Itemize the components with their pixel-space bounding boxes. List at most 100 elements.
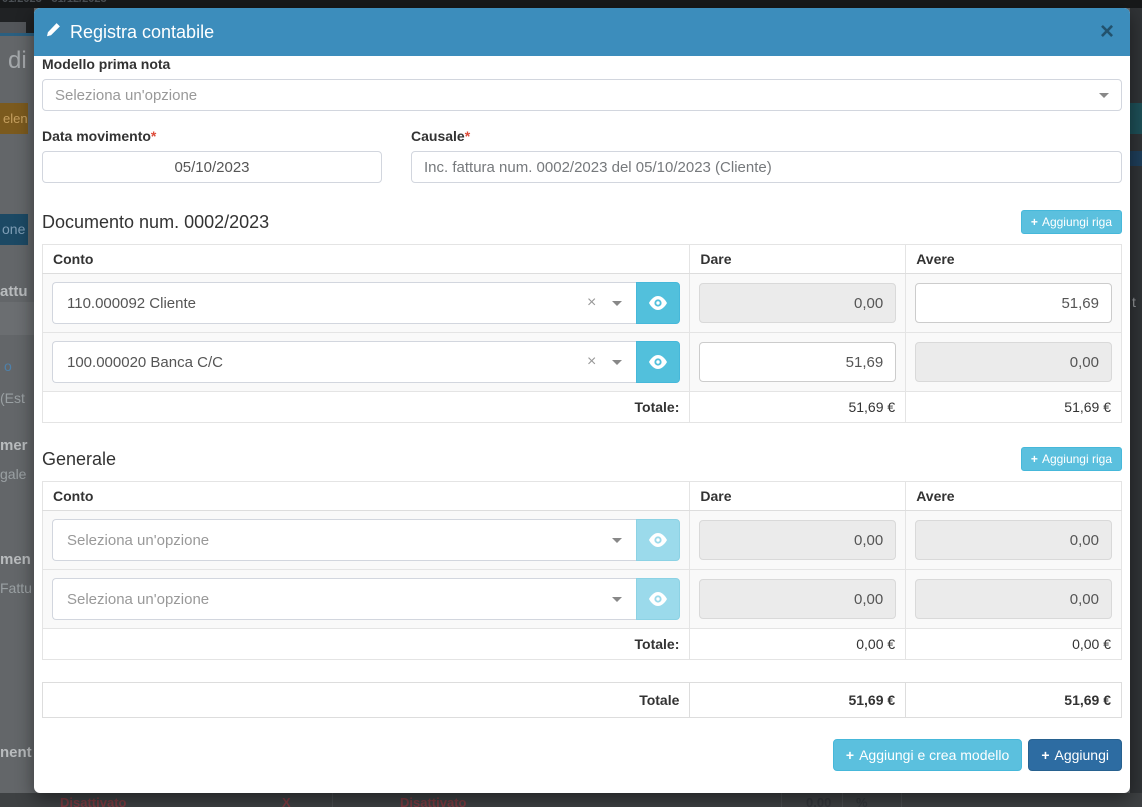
plus-icon: + (846, 747, 854, 763)
chevron-down-icon (612, 360, 622, 365)
table-row: 110.000092 Cliente × (43, 274, 1122, 333)
column-header-dare: Dare (690, 245, 906, 274)
generale-add-row-button[interactable]: + Aggiungi riga (1021, 447, 1122, 471)
background-date-range: 01/2023 - 31/12/2023 (2, 0, 107, 5)
dare-input (699, 579, 896, 619)
total-label: Totale: (43, 629, 690, 660)
data-movimento-field-group: Data movimento* (42, 128, 382, 183)
grand-total-table: Totale 51,69 € 51,69 € (42, 682, 1122, 718)
background-text-fragment: gale (0, 466, 26, 482)
grand-total-avere: 51,69 € (906, 683, 1122, 718)
total-avere: 51,69 € (906, 392, 1122, 423)
background-text-fragment: Fattu (0, 580, 32, 596)
conto-select[interactable]: Seleziona un'opzione (52, 519, 636, 561)
chevron-down-icon (1099, 93, 1109, 98)
background-tab-underline (0, 33, 34, 36)
table-row: Seleziona un'opzione (43, 511, 1122, 570)
conto-select[interactable]: 110.000092 Cliente × (52, 282, 636, 324)
registra-contabile-modal: Registra contabile × Modello prima nota … (34, 8, 1130, 793)
avere-input (915, 342, 1112, 382)
causale-field-group: Causale* (411, 128, 1122, 183)
documento-section-header: Documento num. 0002/2023 + Aggiungi riga (42, 210, 1122, 234)
eye-icon[interactable] (636, 282, 680, 324)
background-text-fragment: nent (0, 744, 32, 761)
total-avere: 0,00 € (906, 629, 1122, 660)
data-movimento-input[interactable] (42, 151, 382, 183)
grand-total-label: Totale (43, 683, 690, 718)
date-causale-row: Data movimento* Causale* (42, 128, 1122, 183)
grand-total-row: Totale 51,69 € 51,69 € (43, 683, 1122, 718)
background-text-fragment: di (8, 47, 27, 75)
modello-prima-nota-select[interactable]: Seleziona un'opzione (42, 79, 1122, 111)
clear-icon[interactable]: × (587, 353, 612, 371)
background-topbar: 01/2023 - 31/12/2023 (0, 0, 1142, 8)
background-status-badge: Disattivato (400, 795, 466, 807)
background-text-fragment: (Est (0, 390, 25, 406)
generale-section-title: Generale (42, 449, 116, 470)
column-header-avere: Avere (906, 482, 1122, 511)
chevron-down-icon (612, 597, 622, 602)
background-value-fragment: 0,00 (806, 795, 831, 807)
total-label: Totale: (43, 392, 690, 423)
generale-table: Conto Dare Avere Seleziona un'opzione (42, 481, 1122, 660)
close-icon[interactable]: × (1098, 20, 1116, 44)
eye-icon (636, 519, 680, 561)
background-link-fragment: o (4, 358, 12, 374)
background-status-badge: Disattivato (60, 795, 126, 807)
conto-select[interactable]: Seleziona un'opzione (52, 578, 636, 620)
modal-footer: + Aggiungi e crea modello + Aggiungi (42, 718, 1122, 780)
aggiungi-button[interactable]: + Aggiungi (1028, 739, 1122, 771)
background-value-fragment: % (856, 795, 868, 807)
total-dare: 51,69 € (690, 392, 906, 423)
data-movimento-label: Data movimento* (42, 128, 382, 144)
dare-input (699, 520, 896, 560)
plus-icon: + (1041, 747, 1049, 763)
background-orange-button-fragment: elen (0, 103, 28, 134)
background-text-fragment: men (0, 551, 31, 568)
plus-icon: + (1031, 452, 1038, 466)
eye-icon (636, 578, 680, 620)
column-header-dare: Dare (690, 482, 906, 511)
column-header-conto: Conto (43, 482, 690, 511)
aggiungi-e-crea-modello-button[interactable]: + Aggiungi e crea modello (833, 739, 1022, 771)
causale-input[interactable] (411, 151, 1122, 183)
documento-section-title: Documento num. 0002/2023 (42, 212, 269, 233)
background-text-fragment: attu (0, 283, 28, 300)
modal-header: Registra contabile × (34, 8, 1130, 56)
required-asterisk: * (465, 128, 470, 144)
column-header-conto: Conto (43, 245, 690, 274)
avere-input[interactable] (915, 283, 1112, 323)
eye-icon[interactable] (636, 341, 680, 383)
background-text-fragment: t (1132, 294, 1136, 310)
causale-label: Causale* (411, 128, 1122, 144)
chevron-down-icon (612, 301, 622, 306)
background-row-fragment (0, 302, 34, 335)
documento-total-row: Totale: 51,69 € 51,69 € (43, 392, 1122, 423)
documento-add-row-button[interactable]: + Aggiungi riga (1021, 210, 1122, 234)
generale-total-row: Totale: 0,00 € 0,00 € (43, 629, 1122, 660)
total-dare: 0,00 € (690, 629, 906, 660)
background-blue-button-fragment: one (0, 214, 28, 245)
avere-input (915, 520, 1112, 560)
modal-title: Registra contabile (70, 22, 214, 43)
table-row: 100.000020 Banca C/C × (43, 333, 1122, 392)
modello-select-placeholder: Seleziona un'opzione (55, 87, 197, 104)
grand-total-dare: 51,69 € (690, 683, 906, 718)
conto-select[interactable]: 100.000020 Banca C/C × (52, 341, 636, 383)
required-asterisk: * (151, 128, 156, 144)
background-bottom-row: Disattivato X Disattivato 0,00 % (0, 793, 1142, 807)
clear-icon[interactable]: × (587, 294, 612, 312)
background-navy-fragment (1130, 151, 1142, 166)
column-header-avere: Avere (906, 245, 1122, 274)
modello-prima-nota-label: Modello prima nota (42, 56, 1122, 72)
background-status-badge: X (282, 795, 291, 807)
avere-input (915, 579, 1112, 619)
dare-input (699, 283, 896, 323)
dare-input[interactable] (699, 342, 896, 382)
background-text-fragment: mer (0, 437, 28, 454)
background-nav-fragment (0, 22, 26, 33)
generale-section-header: Generale + Aggiungi riga (42, 447, 1122, 471)
documento-table: Conto Dare Avere 110.000092 Cliente × (42, 244, 1122, 423)
table-row: Seleziona un'opzione (43, 570, 1122, 629)
modal-body: Modello prima nota Seleziona un'opzione … (34, 56, 1130, 780)
